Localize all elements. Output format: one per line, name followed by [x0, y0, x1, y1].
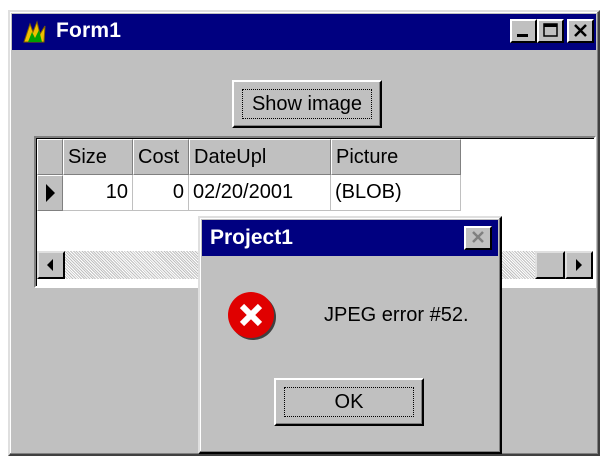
ok-label: OK: [334, 391, 364, 413]
cell-picture[interactable]: (BLOB): [331, 175, 461, 211]
maximize-button[interactable]: [537, 19, 564, 43]
current-row-arrow-icon: [46, 184, 55, 202]
scroll-right-button[interactable]: [565, 251, 593, 279]
column-header-cost[interactable]: Cost: [133, 139, 189, 175]
show-image-label: Show image: [251, 93, 363, 115]
dialog-titlebar[interactable]: Project1: [202, 220, 498, 256]
cell-size[interactable]: 10: [63, 175, 133, 211]
cell-dateupl[interactable]: 02/20/2001: [189, 175, 331, 211]
close-button[interactable]: [567, 19, 594, 43]
close-icon: [472, 231, 484, 243]
window-titlebar[interactable]: Form1: [12, 14, 596, 50]
scroll-left-button[interactable]: [37, 251, 65, 279]
main-window: Form1 Show image Size Cost DateUpl Pictu…: [8, 10, 600, 456]
minimize-icon: [517, 34, 528, 37]
dialog-message: JPEG error #52.: [324, 304, 469, 326]
close-icon: [574, 24, 587, 37]
column-header-size[interactable]: Size: [63, 139, 133, 175]
error-icon: [228, 292, 276, 340]
minimize-button[interactable]: [510, 19, 537, 43]
arrow-left-icon: [47, 259, 53, 271]
show-image-button[interactable]: Show image: [232, 80, 382, 128]
dialog-title: Project1: [210, 226, 293, 249]
delphi-app-icon: [23, 20, 46, 43]
row-indicator[interactable]: [37, 175, 63, 211]
dialog-close-button[interactable]: [464, 226, 492, 250]
column-header-picture[interactable]: Picture: [331, 139, 461, 175]
scroll-thumb[interactable]: [535, 251, 565, 279]
arrow-right-icon: [576, 259, 582, 271]
window-title: Form1: [56, 19, 122, 42]
error-dialog: Project1 JPEG error #52. OK: [198, 216, 502, 454]
column-header-dateupl[interactable]: DateUpl: [189, 139, 331, 175]
ok-button[interactable]: OK: [274, 378, 424, 426]
cell-cost[interactable]: 0: [133, 175, 189, 211]
grid-corner: [37, 139, 63, 175]
maximize-icon: [543, 23, 558, 37]
